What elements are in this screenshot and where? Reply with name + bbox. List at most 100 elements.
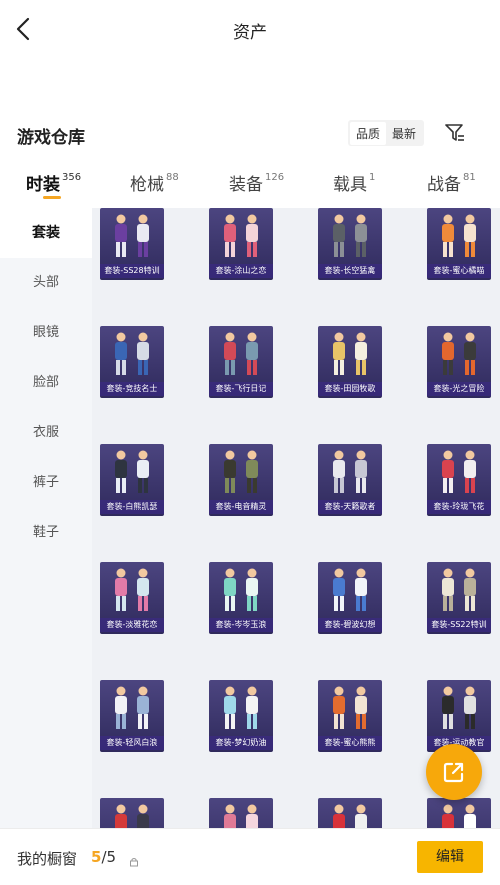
item-card-label: 套装-光之冒险: [427, 382, 491, 396]
showcase-total: 5: [106, 848, 117, 866]
item-card[interactable]: 套装-电音精灵: [209, 444, 273, 516]
outfit-image: [224, 214, 258, 257]
item-card[interactable]: 套装-蜜心橘喵: [427, 208, 491, 280]
outfit-image: [224, 450, 258, 493]
outfit-image: [115, 804, 149, 828]
item-card[interactable]: 套装-田园牧歌: [318, 326, 382, 398]
outfit-image: [115, 686, 149, 729]
outfit-image: [115, 332, 149, 375]
tab-vehicles[interactable]: 载具 1: [333, 170, 375, 195]
sidebar-item-suit[interactable]: 套装: [0, 208, 92, 258]
item-card-label: 套装-梦幻奶油: [209, 736, 273, 750]
item-card[interactable]: [427, 798, 491, 828]
item-card-label: 套装-蜜心熊熊: [318, 736, 382, 750]
outfit-image: [442, 332, 476, 375]
item-card[interactable]: 套装-飞行日记: [209, 326, 273, 398]
showcase-lock-icon: [129, 852, 139, 867]
tab-count: 1: [369, 172, 376, 184]
tab-count: 88: [166, 172, 179, 184]
item-card-label: 套装-天籁歌者: [318, 500, 382, 514]
item-card[interactable]: [318, 798, 382, 828]
tab-guns[interactable]: 枪械 88: [130, 170, 179, 195]
item-grid: 套装-SS28特训 套装-涂山之恋 套装-长空猛禽 套装-蜜心橘喵 套装-竞技名士 套装-…: [92, 208, 500, 828]
sidebar-item-glasses[interactable]: 眼镜: [0, 308, 92, 358]
item-card[interactable]: 套装-SS28特训: [100, 208, 164, 280]
tab-count: 81: [463, 172, 476, 184]
page-title: 资产: [233, 23, 267, 43]
item-card[interactable]: 套装-蜜心熊熊: [318, 680, 382, 752]
tab-label: 战备: [427, 175, 461, 195]
item-card-label: 套装-玲珑飞花: [427, 500, 491, 514]
outfit-image: [224, 804, 258, 828]
share-export-icon: [443, 762, 464, 783]
item-card[interactable]: 套装-天籁歌者: [318, 444, 382, 516]
item-card-label: 套装-田园牧歌: [318, 382, 382, 396]
item-card-label: 套装-电音精灵: [209, 500, 273, 514]
item-card-label: 套装-涂山之恋: [209, 264, 273, 278]
item-card[interactable]: [100, 798, 164, 828]
tab-count: 356: [62, 172, 82, 184]
subcategory-sidebar: 套装 头部 眼镜 脸部 衣服 裤子 鞋子: [0, 208, 92, 828]
sidebar-item-shoes[interactable]: 鞋子: [0, 508, 92, 558]
outfit-image: [333, 568, 367, 611]
tab-label: 枪械: [130, 175, 164, 195]
tab-gear[interactable]: 战备 81: [427, 170, 476, 195]
item-card[interactable]: 套装-梦幻奶油: [209, 680, 273, 752]
item-card-label: 套装-淡雅花恋: [100, 618, 164, 632]
outfit-image: [224, 568, 258, 611]
outfit-image: [442, 686, 476, 729]
showcase-current: 5: [91, 848, 102, 866]
item-card[interactable]: 套装-玲珑飞花: [427, 444, 491, 516]
item-card[interactable]: 套装-淡雅花恋: [100, 562, 164, 634]
sidebar-item-head[interactable]: 头部: [0, 258, 92, 308]
sort-toggle: 品质 最新: [348, 120, 425, 146]
sidebar-item-face[interactable]: 脸部: [0, 358, 92, 408]
item-card[interactable]: 套装-白熊凯瑟: [100, 444, 164, 516]
item-card-label: 套装-白熊凯瑟: [100, 500, 164, 514]
share-export-button[interactable]: [426, 744, 482, 800]
outfit-image: [333, 450, 367, 493]
item-card[interactable]: 套装-竞技名士: [100, 326, 164, 398]
filter-icon[interactable]: [443, 121, 467, 145]
item-card[interactable]: 套装-SS22特训: [427, 562, 491, 634]
item-card[interactable]: 套装-轻风白浪: [100, 680, 164, 752]
item-card[interactable]: 套装-碧波幻想: [318, 562, 382, 634]
tab-equipment[interactable]: 装备 126: [229, 170, 284, 195]
item-card[interactable]: 套装-岑岑玉浪: [209, 562, 273, 634]
bottom-bar: 我的橱窗 5/5 编辑: [0, 828, 500, 885]
outfit-image: [333, 214, 367, 257]
tab-label: 载具: [333, 175, 367, 195]
item-card-label: 套装-SS22特训: [427, 618, 491, 632]
showcase-count: 5/5: [91, 848, 116, 866]
edit-button[interactable]: 编辑: [417, 841, 483, 873]
tab-label: 时装: [26, 175, 60, 195]
active-tab-indicator: [43, 196, 61, 199]
sidebar-item-clothes[interactable]: 衣服: [0, 408, 92, 458]
outfit-image: [115, 214, 149, 257]
item-card[interactable]: 套装-长空猛禽: [318, 208, 382, 280]
sidebar-item-pants[interactable]: 裤子: [0, 458, 92, 508]
item-card-label: 套装-竞技名士: [100, 382, 164, 396]
top-bar: 资产: [0, 0, 500, 60]
outfit-image: [115, 450, 149, 493]
item-card[interactable]: 套装-光之冒险: [427, 326, 491, 398]
item-card-label: 套装-蜜心橘喵: [427, 264, 491, 278]
outfit-image: [224, 332, 258, 375]
item-card-label: 套装-岑岑玉浪: [209, 618, 273, 632]
item-card[interactable]: 套装-涂山之恋: [209, 208, 273, 280]
tab-fashion[interactable]: 时装 356: [26, 170, 81, 195]
sort-option-quality[interactable]: 品质: [350, 121, 387, 145]
item-card-label: 套装-轻风白浪: [100, 736, 164, 750]
item-card-label: 套装-碧波幻想: [318, 618, 382, 632]
outfit-image: [224, 686, 258, 729]
item-card-label: 套装-飞行日记: [209, 382, 273, 396]
category-tabs: 时装 356 枪械 88 装备 126 载具 1 战备 81: [0, 158, 500, 208]
warehouse-header: 游戏仓库 品质 最新: [0, 116, 500, 152]
outfit-image: [333, 332, 367, 375]
item-card[interactable]: [209, 798, 273, 828]
item-card[interactable]: 套装-运动教官: [427, 680, 491, 752]
sort-option-newest[interactable]: 最新: [386, 122, 422, 145]
tab-label: 装备: [229, 175, 263, 195]
outfit-image: [442, 568, 476, 611]
tab-count: 126: [265, 172, 285, 184]
